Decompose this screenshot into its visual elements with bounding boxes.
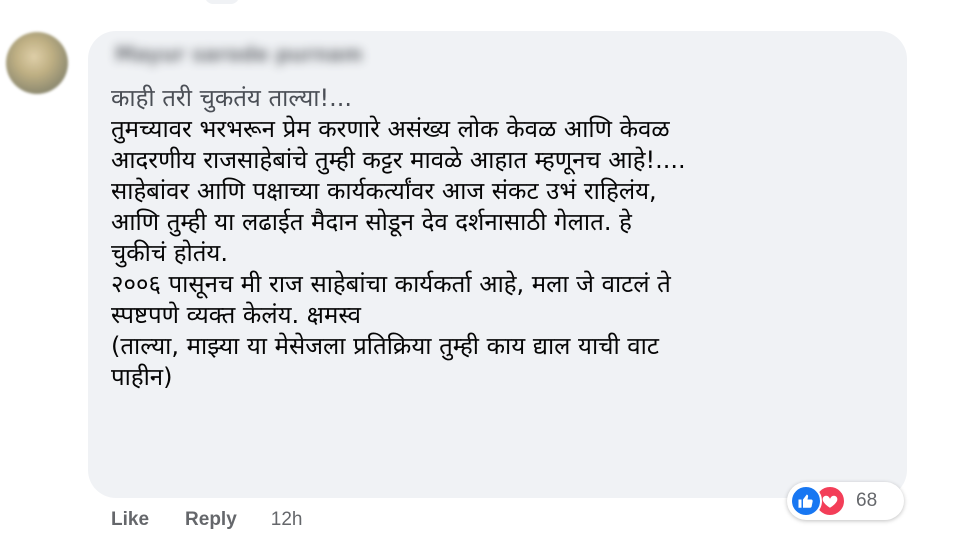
comment-thread: Mayur sarode purnam काही तरी चुकतंय ताल्… (0, 0, 960, 540)
reaction-count: 68 (856, 490, 878, 511)
comment-line: आदरणीय राजसाहेबांचे तुम्ही कट्टर मावळे आ… (111, 146, 686, 174)
like-reaction-icon (790, 485, 822, 517)
comment-line: (ताल्या, माझ्या या मेसेजला प्रतिक्रिया त… (111, 332, 659, 360)
comment-line: साहेबांवर आणि पक्षाच्या कार्यकर्त्यांवर … (111, 177, 657, 205)
reaction-summary[interactable]: 68 (787, 482, 904, 520)
like-button[interactable]: Like (111, 509, 149, 531)
comment-line: २००६ पासूनच मी राज साहेबांचा कार्यकर्ता … (111, 270, 671, 298)
comment-line: आणि तुम्ही या लढाईत मैदान सोडून देव दर्श… (111, 208, 632, 236)
avatar[interactable] (6, 32, 68, 94)
comment-line: तुमच्यावर भरभरून प्रेम करणारे असंख्य लोक… (111, 115, 670, 143)
comment-timestamp[interactable]: 12h (271, 509, 303, 531)
comment-line: पाहीन) (111, 363, 173, 391)
comment-text: काही तरी चुकतंय ताल्या!... तुमच्यावर भरभ… (111, 83, 891, 393)
comment-author-name[interactable]: Mayur sarode purnam (115, 42, 363, 70)
reply-button[interactable]: Reply (185, 509, 237, 531)
comment-line: स्पष्टपणे व्यक्त केलंय. क्षमस्व (111, 301, 362, 329)
comment-actions: Like Reply 12h (111, 507, 302, 533)
comment-line: चुकीचं होतंय. (111, 239, 228, 267)
comment-line: काही तरी चुकतंय ताल्या!... (111, 84, 352, 112)
previous-comment-fragment (205, 0, 239, 4)
